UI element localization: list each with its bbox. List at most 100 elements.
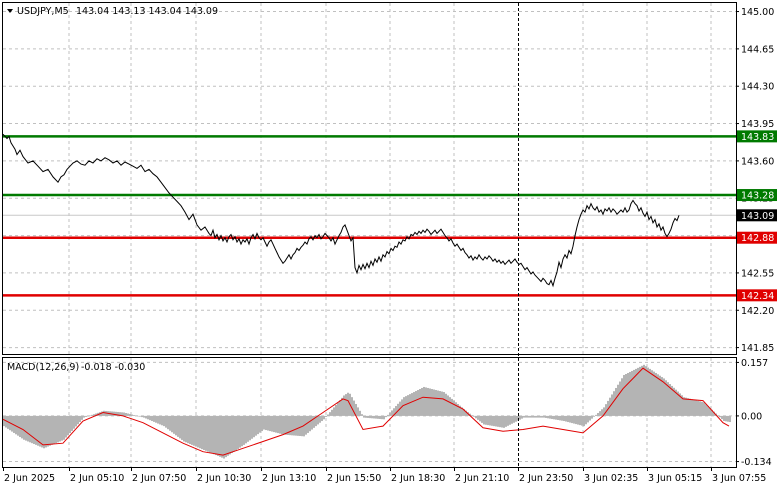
macd-histogram-bar [331, 409, 333, 416]
macd-histogram-bar [177, 415, 179, 437]
macd-histogram-bar [173, 415, 175, 434]
macd-histogram-bar [339, 400, 341, 416]
macd-histogram-bar [687, 398, 689, 416]
macd-histogram-bar [541, 415, 543, 418]
macd-histogram-bar [365, 415, 367, 418]
macd-histogram-bar [531, 415, 533, 418]
resistance-level-label: 143.28 [741, 191, 774, 202]
macd-histogram-bar [17, 415, 19, 436]
macd-histogram-bar [413, 392, 415, 416]
macd-histogram-bar [55, 415, 57, 444]
macd-histogram-bar [213, 415, 215, 455]
macd-histogram-bar [207, 415, 209, 452]
price-panel[interactable]: 145.00144.65144.30143.95143.60143.25142.… [2, 2, 778, 355]
macd-histogram-bar [691, 399, 693, 416]
macd-histogram-bar [157, 415, 159, 424]
macd-label: MACD(12,26,9) [7, 362, 79, 373]
macd-histogram-bar [161, 415, 163, 426]
macd-histogram-bar [65, 415, 67, 438]
macd-histogram-bar [329, 412, 331, 416]
macd-histogram-bar [91, 414, 93, 416]
macd-histogram-bar [311, 415, 313, 430]
macd-histogram-bar [701, 401, 703, 416]
macd-histogram-bar [335, 405, 337, 416]
macd-histogram-bar [473, 415, 475, 417]
macd-histogram-bar [437, 390, 439, 416]
macd-histogram-bar [447, 395, 449, 416]
macd-histogram-bar [187, 415, 189, 444]
macd-histogram-bar [233, 415, 235, 452]
macd-histogram-bar [489, 415, 491, 426]
macd-histogram-bar [719, 415, 721, 418]
macd-histogram-bar [51, 415, 53, 445]
macd-histogram-bar [175, 415, 177, 436]
macd-histogram-bar [647, 367, 649, 416]
macd-histogram-bar [493, 415, 495, 427]
macd-histogram-bar [59, 415, 61, 442]
macd-histogram-bar [61, 415, 63, 441]
macd-histogram-bar [685, 397, 687, 416]
macd-histogram-bar [89, 415, 91, 417]
macd-histogram-bar [519, 415, 521, 420]
macd-histogram-bar [231, 415, 233, 454]
time-tick-label: 2 Jun 15:50 [327, 473, 381, 484]
macd-histogram-bar [389, 412, 391, 416]
macd-histogram-bar [319, 415, 321, 423]
macd-histogram-bar [29, 415, 31, 443]
macd-histogram-bar [123, 412, 125, 416]
time-tick-label: 3 Jun 07:55 [712, 473, 766, 484]
usdjpy-chart[interactable]: 145.00144.65144.30143.95143.60143.25142.… [0, 0, 781, 489]
macd-histogram-bar [71, 415, 73, 431]
macd-histogram-bar [259, 415, 261, 433]
macd-histogram-bar [199, 415, 201, 449]
macd-histogram-bar [419, 388, 421, 416]
macd-histogram-bar [147, 415, 149, 420]
macd-histogram-bar [409, 394, 411, 416]
macd-histogram-bar [141, 415, 143, 418]
price-tick-label: 143.95 [741, 119, 774, 130]
macd-histogram-bar [33, 415, 35, 445]
macd-histogram-bar [281, 415, 283, 435]
macd-histogram-bar [271, 415, 273, 432]
macd-histogram-bar [333, 407, 335, 416]
macd-histogram-bar [239, 415, 241, 448]
macd-histogram-bar [573, 415, 575, 424]
macd-histogram-bar [537, 415, 539, 418]
macd-histogram-bar [383, 415, 385, 420]
macd-histogram-bar [629, 371, 631, 416]
macd-histogram-bar [509, 415, 511, 425]
time-tick-label: 3 Jun 05:15 [648, 473, 702, 484]
macd-histogram-bar [211, 415, 213, 454]
macd-histogram-bar [25, 415, 27, 441]
macd-histogram-bar [131, 414, 133, 416]
macd-histogram-bar [631, 370, 633, 416]
macd-histogram-bar [63, 415, 65, 440]
macd-histogram-bar [185, 415, 187, 443]
macd-panel[interactable]: 0.157 0.00 -0.134 MACD(12,26,9) -0.018 -0.… [2, 357, 772, 469]
macd-histogram-bar [215, 415, 217, 456]
macd-histogram-bar [415, 391, 417, 416]
time-tick-label: 2 Jun 2025 [4, 473, 55, 484]
macd-histogram-bar [547, 415, 549, 419]
macd-histogram-bar [483, 415, 485, 425]
price-tick-label: 141.85 [741, 343, 774, 354]
macd-histogram-bar [229, 415, 231, 455]
macd-histogram-bar [471, 415, 473, 416]
macd-histogram-bar [159, 415, 161, 425]
macd-histogram-bar [617, 384, 619, 416]
macd-histogram-bar [527, 415, 529, 418]
support-level-label: 142.34 [741, 291, 774, 302]
macd-histogram-bar [639, 366, 641, 416]
macd-histogram-bar [275, 415, 277, 433]
resistance-level-label: 143.83 [741, 132, 774, 143]
macd-histogram-bar [203, 415, 205, 450]
macd-histogram-bar [217, 415, 219, 456]
macd-histogram-bar [387, 414, 389, 416]
macd-histogram-bar [593, 415, 595, 417]
macd-histogram-bar [443, 392, 445, 416]
macd-histogram-bar [641, 365, 643, 416]
macd-histogram-bar [169, 415, 171, 431]
macd-histogram-bar [237, 415, 239, 449]
macd-histogram-bar [431, 388, 433, 416]
macd-histogram-bar [49, 415, 51, 446]
